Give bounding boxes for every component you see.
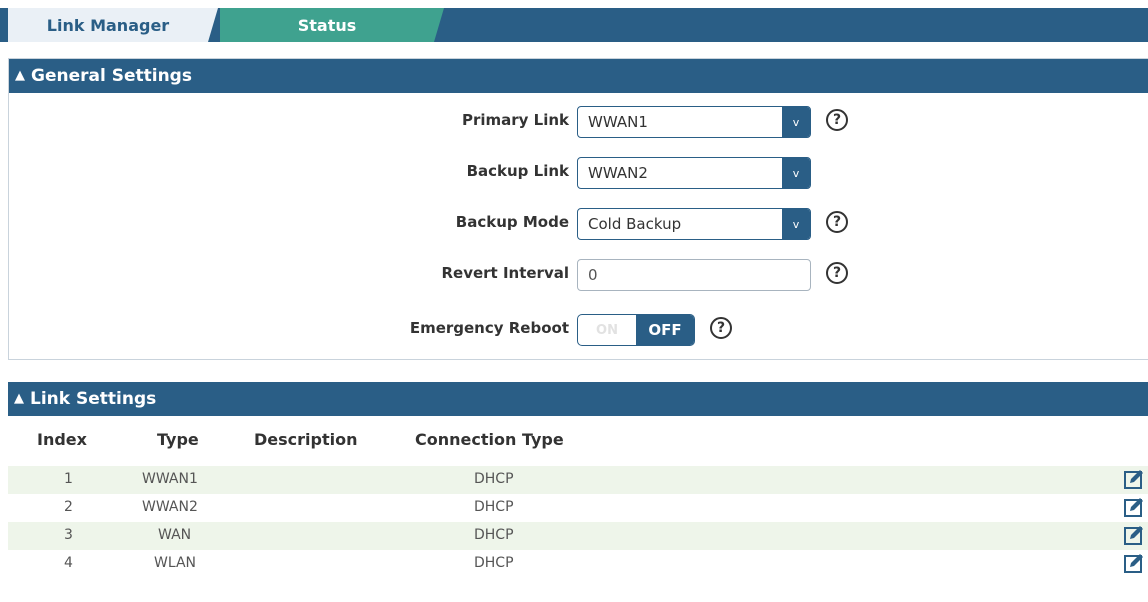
- tab-bar: Link Manager Status: [0, 8, 1148, 42]
- row-connection-type: DHCP: [474, 527, 514, 543]
- backup-link-select[interactable]: WWAN2 v: [577, 157, 811, 189]
- tab-link-manager[interactable]: Link Manager: [8, 8, 218, 42]
- row-connection-type: DHCP: [474, 499, 514, 515]
- edit-icon[interactable]: [1124, 525, 1144, 545]
- column-header-type: Type: [157, 430, 199, 449]
- row-type: WWAN1: [142, 471, 198, 487]
- toggle-off-label: OFF: [636, 315, 694, 345]
- row-type: WAN: [158, 527, 192, 543]
- row-connection-type: DHCP: [474, 555, 514, 571]
- emergency-reboot-toggle[interactable]: ON OFF: [577, 314, 695, 346]
- help-icon[interactable]: ?: [826, 262, 848, 284]
- table-row: 3 WAN DHCP: [8, 522, 1148, 550]
- row-index: 4: [64, 555, 73, 571]
- edit-icon[interactable]: [1124, 553, 1144, 573]
- chevron-down-icon[interactable]: v: [782, 158, 810, 188]
- table-row: 4 WLAN DHCP: [8, 550, 1148, 578]
- help-icon[interactable]: ?: [826, 109, 848, 131]
- row-type: WLAN: [154, 555, 197, 571]
- backup-link-row: Backup Link WWAN2 v: [9, 156, 1148, 190]
- backup-mode-select[interactable]: Cold Backup v: [577, 208, 811, 240]
- revert-interval-value: 0: [588, 266, 598, 284]
- link-table-header: Index Type Description Connection Type: [8, 426, 1148, 456]
- chevron-down-icon[interactable]: v: [782, 209, 810, 239]
- column-header-index: Index: [37, 430, 87, 449]
- backup-mode-value: Cold Backup: [588, 215, 682, 233]
- backup-mode-label: Backup Mode: [455, 213, 569, 231]
- row-index: 1: [64, 471, 73, 487]
- backup-link-label: Backup Link: [466, 162, 569, 180]
- collapse-caret-icon[interactable]: ▲: [14, 391, 24, 406]
- help-icon[interactable]: ?: [710, 317, 732, 339]
- link-settings-title: Link Settings: [30, 389, 157, 409]
- general-settings-panel: ▲ General Settings Primary Link WWAN1 v …: [8, 58, 1148, 360]
- general-settings-title: General Settings: [31, 66, 192, 86]
- primary-link-label: Primary Link: [461, 111, 569, 129]
- collapse-caret-icon[interactable]: ▲: [15, 68, 25, 83]
- backup-mode-row: Backup Mode Cold Backup v ?: [9, 207, 1148, 241]
- primary-link-row: Primary Link WWAN1 v ?: [9, 105, 1148, 139]
- tab-link-manager-label: Link Manager: [46, 15, 170, 35]
- revert-interval-input[interactable]: 0: [577, 259, 811, 291]
- tab-status[interactable]: Status: [220, 8, 444, 42]
- toggle-on-label: ON: [596, 322, 618, 338]
- tab-status-label: Status: [297, 15, 357, 35]
- emergency-reboot-label: Emergency Reboot: [409, 319, 569, 337]
- link-settings-header[interactable]: ▲ Link Settings: [8, 382, 1148, 416]
- revert-interval-label: Revert Interval: [441, 264, 569, 282]
- primary-link-value: WWAN1: [588, 113, 648, 131]
- emergency-reboot-row: Emergency Reboot ON OFF ?: [9, 313, 1148, 347]
- row-index: 3: [64, 527, 73, 543]
- help-icon[interactable]: ?: [826, 211, 848, 233]
- edit-icon[interactable]: [1124, 469, 1144, 489]
- link-settings-panel: ▲ Link Settings Index Type Description C…: [8, 382, 1148, 602]
- backup-link-value: WWAN2: [588, 164, 648, 182]
- row-connection-type: DHCP: [474, 471, 514, 487]
- table-row: 1 WWAN1 DHCP: [8, 466, 1148, 494]
- chevron-down-icon[interactable]: v: [782, 107, 810, 137]
- primary-link-select[interactable]: WWAN1 v: [577, 106, 811, 138]
- row-type: WWAN2: [142, 499, 198, 515]
- general-settings-header[interactable]: ▲ General Settings: [9, 59, 1148, 93]
- table-row: 2 WWAN2 DHCP: [8, 494, 1148, 522]
- row-index: 2: [64, 499, 73, 515]
- revert-interval-row: Revert Interval 0 ?: [9, 258, 1148, 292]
- column-header-connection-type: Connection Type: [415, 430, 564, 449]
- column-header-description: Description: [254, 430, 358, 449]
- edit-icon[interactable]: [1124, 497, 1144, 517]
